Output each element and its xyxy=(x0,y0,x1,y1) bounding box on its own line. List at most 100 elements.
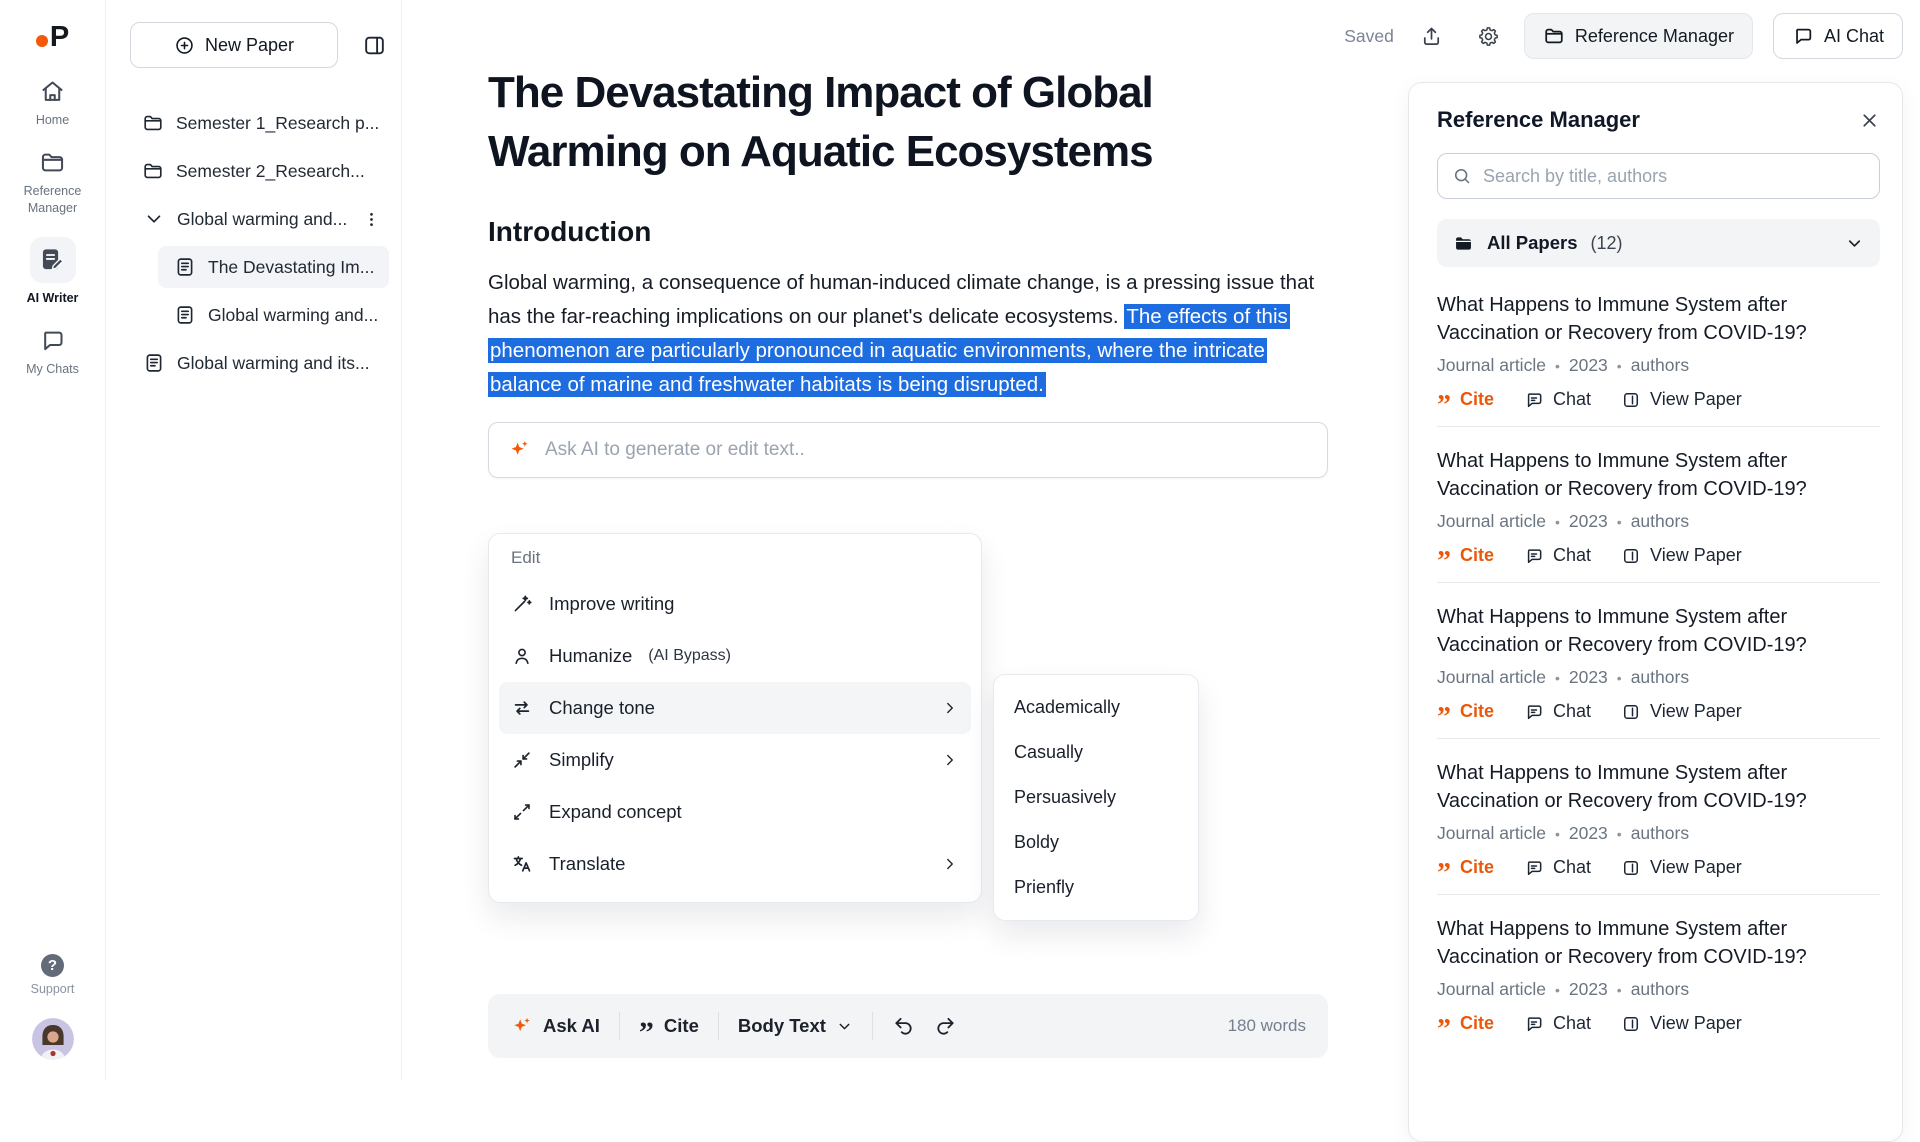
view-paper-button[interactable]: View Paper xyxy=(1621,1013,1742,1034)
reference-manager-toggle-button[interactable]: Reference Manager xyxy=(1524,13,1753,59)
kebab-menu-icon[interactable] xyxy=(362,210,381,229)
view-paper-button[interactable]: View Paper xyxy=(1621,545,1742,566)
meta-dot: • xyxy=(1617,826,1622,842)
view-paper-button[interactable]: View Paper xyxy=(1621,701,1742,722)
view-doc-icon xyxy=(1621,858,1641,878)
menu-item-improve-writing[interactable]: Improve writing xyxy=(499,578,971,630)
tone-option-persuasively[interactable]: Persuasively xyxy=(994,775,1198,820)
paper-card: What Happens to Immune System after Vacc… xyxy=(1437,738,1880,894)
folder-icon xyxy=(1543,25,1565,47)
collapse-panel-icon[interactable] xyxy=(362,33,387,58)
tree-folder-semester-1-res[interactable]: Semester 1_Research p... xyxy=(118,102,389,144)
ask-ai-toolbar-label: Ask AI xyxy=(543,1015,600,1037)
collection-dropdown[interactable]: All Papers (12) xyxy=(1437,219,1880,267)
tone-option-academically[interactable]: Academically xyxy=(994,685,1198,730)
tree-doc-global-warming[interactable]: Global warming and its... xyxy=(118,342,389,384)
section-heading[interactable]: Introduction xyxy=(488,216,1328,248)
view-paper-button[interactable]: View Paper xyxy=(1621,389,1742,410)
tree-folder-semester-2-res[interactable]: Semester 2_Research... xyxy=(118,150,389,192)
paper-title[interactable]: What Happens to Immune System after Vacc… xyxy=(1437,447,1880,503)
translate-icon xyxy=(511,853,533,875)
tone-option-prienfly[interactable]: Prienfly xyxy=(994,865,1198,910)
ai-chat-button[interactable]: AI Chat xyxy=(1773,13,1903,59)
rail-item-ai-writer[interactable]: AI Writer xyxy=(0,237,105,306)
rail-item-label: Home xyxy=(36,112,69,128)
paper-title[interactable]: What Happens to Immune System after Vacc… xyxy=(1437,915,1880,971)
chat-button[interactable]: Chat xyxy=(1524,701,1591,722)
tree-item-label: Semester 2_Research... xyxy=(176,161,365,182)
rail-item-my-chats[interactable]: My Chats xyxy=(0,327,105,377)
user-avatar[interactable] xyxy=(32,1018,74,1060)
paper-title[interactable]: What Happens to Immune System after Vacc… xyxy=(1437,603,1880,659)
toolbar-divider xyxy=(718,1012,719,1040)
meta-value: authors xyxy=(1631,667,1689,688)
chat-button[interactable]: Chat xyxy=(1524,1013,1591,1034)
tree-item-label: Semester 1_Research p... xyxy=(176,113,379,134)
chat-button-label: Chat xyxy=(1553,545,1591,566)
ask-ai-toolbar-button[interactable]: Ask AI xyxy=(510,1015,600,1038)
support-help-icon[interactable]: ? xyxy=(41,954,64,977)
rail-item-home[interactable]: Home xyxy=(0,78,105,128)
chat-button[interactable]: Chat xyxy=(1524,545,1591,566)
view-paper-button[interactable]: View Paper xyxy=(1621,857,1742,878)
ask-ai-input-box xyxy=(488,422,1328,478)
tree-folder-global-warming[interactable]: Global warming and... xyxy=(118,198,389,240)
cite-button[interactable]: ”Cite xyxy=(1437,1013,1494,1034)
cite-button[interactable]: ”Cite xyxy=(1437,389,1494,410)
panel-title: Reference Manager xyxy=(1437,107,1640,133)
cite-button-label: Cite xyxy=(1460,857,1494,878)
doc-icon xyxy=(143,352,165,374)
tone-option-casually[interactable]: Casually xyxy=(994,730,1198,775)
close-icon[interactable] xyxy=(1859,110,1880,131)
menu-item-simplify[interactable]: Simplify xyxy=(499,734,971,786)
paper-title[interactable]: The Devastating Impact of Global Warming… xyxy=(488,64,1328,182)
tree-doc-the-devastatin[interactable]: The Devastating Im... xyxy=(158,246,389,288)
redo-button[interactable] xyxy=(934,1015,957,1038)
cite-button[interactable]: ”Cite xyxy=(1437,857,1494,878)
logo-dot-icon xyxy=(36,35,48,47)
paragraph[interactable]: Global warming, a consequence of human-i… xyxy=(488,266,1328,402)
menu-item-change-tone[interactable]: Change tone xyxy=(499,682,971,734)
cite-button[interactable]: ”Cite xyxy=(1437,545,1494,566)
meta-value: 2023 xyxy=(1569,355,1608,376)
meta-dot: • xyxy=(1617,982,1622,998)
doc-icon xyxy=(174,304,196,326)
cite-button[interactable]: ”Cite xyxy=(1437,701,1494,722)
menu-item-label: Humanize xyxy=(549,645,632,667)
meta-value: 2023 xyxy=(1569,667,1608,688)
new-paper-button[interactable]: New Paper xyxy=(130,22,338,68)
view-paper-button-label: View Paper xyxy=(1650,857,1742,878)
chat-button[interactable]: Chat xyxy=(1524,857,1591,878)
chevron-right-icon xyxy=(941,751,959,769)
person-icon xyxy=(511,645,533,667)
meta-value: authors xyxy=(1631,979,1689,1000)
menu-item-expand-concept[interactable]: Expand concept xyxy=(499,786,971,838)
chat-button[interactable]: Chat xyxy=(1524,389,1591,410)
gear-icon[interactable] xyxy=(1477,25,1500,48)
menu-item-translate[interactable]: Translate xyxy=(499,838,971,890)
document-tree-panel: New Paper Semester 1_Research p... Semest… xyxy=(106,0,402,1080)
paper-title[interactable]: What Happens to Immune System after Vacc… xyxy=(1437,759,1880,815)
cite-button-label: Cite xyxy=(1460,701,1494,722)
paper-title[interactable]: What Happens to Immune System after Vacc… xyxy=(1437,291,1880,347)
tree-doc-global-warming[interactable]: Global warming and... xyxy=(158,294,389,336)
ask-ai-input[interactable] xyxy=(545,439,1309,461)
menu-item-humanize[interactable]: Humanize(AI Bypass) xyxy=(499,630,971,682)
text-style-dropdown[interactable]: Body Text xyxy=(738,1015,853,1037)
meta-value: Journal article xyxy=(1437,823,1546,844)
rail-item-reference-manager[interactable]: Reference Manager xyxy=(0,149,105,216)
share-icon[interactable] xyxy=(1420,25,1443,48)
reference-search-input[interactable] xyxy=(1483,166,1865,187)
tone-option-boldy[interactable]: Boldy xyxy=(994,820,1198,865)
paper-meta: Journal article•2023•authors xyxy=(1437,823,1880,844)
chevron-down-icon xyxy=(143,208,165,230)
undo-button[interactable] xyxy=(892,1015,915,1038)
chat-lines-icon xyxy=(1524,546,1544,566)
cite-toolbar-button[interactable]: ” Cite xyxy=(639,1015,699,1037)
cite-button-label: Cite xyxy=(1460,545,1494,566)
folder-icon xyxy=(142,160,164,182)
save-status: Saved xyxy=(1344,26,1394,47)
meta-dot: • xyxy=(1555,358,1560,374)
rail-bottom: ? Support xyxy=(31,954,75,1080)
meta-dot: • xyxy=(1617,670,1622,686)
